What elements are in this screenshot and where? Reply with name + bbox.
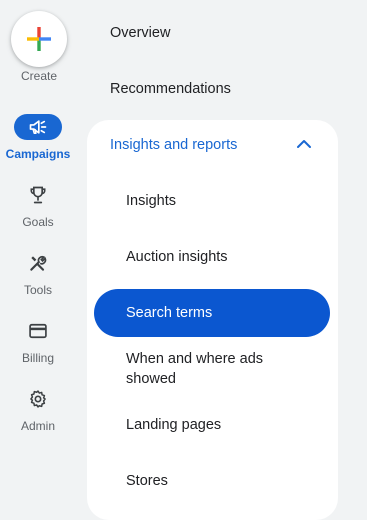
rail-item-tools-highlight: [14, 250, 62, 276]
nav-item-overview[interactable]: Overview: [110, 25, 170, 41]
chevron-up-icon: [297, 140, 311, 148]
rail-item-admin-label: Admin: [20, 419, 55, 433]
rail-item-goals[interactable]: Goals: [0, 182, 78, 230]
nav-item-search-terms-label: Search terms: [126, 305, 213, 321]
plus-icon: [27, 27, 51, 51]
campaigns-megaphone-icon: [29, 120, 47, 134]
nav-item-auction-insights[interactable]: Auction insights: [126, 247, 306, 267]
rail-item-admin[interactable]: Admin: [0, 386, 78, 434]
rail-item-campaigns-highlight: [14, 114, 62, 140]
nav-item-search-terms[interactable]: Search terms: [94, 289, 330, 337]
section-title: Insights and reports: [110, 137, 238, 153]
navigation-rail: Create Campaigns Goals Tools Billing Adm…: [0, 0, 78, 495]
rail-item-goals-highlight: [14, 182, 62, 208]
nav-item-landing-pages[interactable]: Landing pages: [126, 415, 306, 435]
tools-icon: [30, 255, 47, 271]
rail-item-admin-highlight: [14, 386, 62, 412]
create-button[interactable]: [11, 11, 67, 67]
trophy-icon: [30, 186, 46, 204]
insights-and-reports-panel: Insights and reports Insights Auction in…: [87, 120, 338, 520]
credit-card-icon: [29, 323, 47, 339]
create-label: Create: [20, 69, 58, 83]
nav-item-when-and-where-ads-showed[interactable]: When and where ads showed: [126, 349, 306, 389]
rail-item-billing-highlight: [14, 318, 62, 344]
rail-item-campaigns[interactable]: Campaigns: [0, 114, 78, 162]
rail-item-campaigns-label: Campaigns: [5, 147, 71, 161]
rail-item-tools[interactable]: Tools: [0, 250, 78, 298]
rail-item-goals-label: Goals: [22, 215, 54, 229]
rail-item-billing[interactable]: Billing: [0, 318, 78, 366]
rail-item-billing-label: Billing: [21, 351, 54, 365]
rail-item-tools-label: Tools: [23, 283, 52, 297]
nav-item-insights[interactable]: Insights: [126, 191, 306, 211]
nav-item-stores[interactable]: Stores: [126, 471, 306, 491]
gear-icon: [30, 390, 46, 408]
insights-and-reports-header[interactable]: Insights and reports: [87, 120, 338, 170]
nav-item-recommendations[interactable]: Recommendations: [110, 81, 231, 97]
